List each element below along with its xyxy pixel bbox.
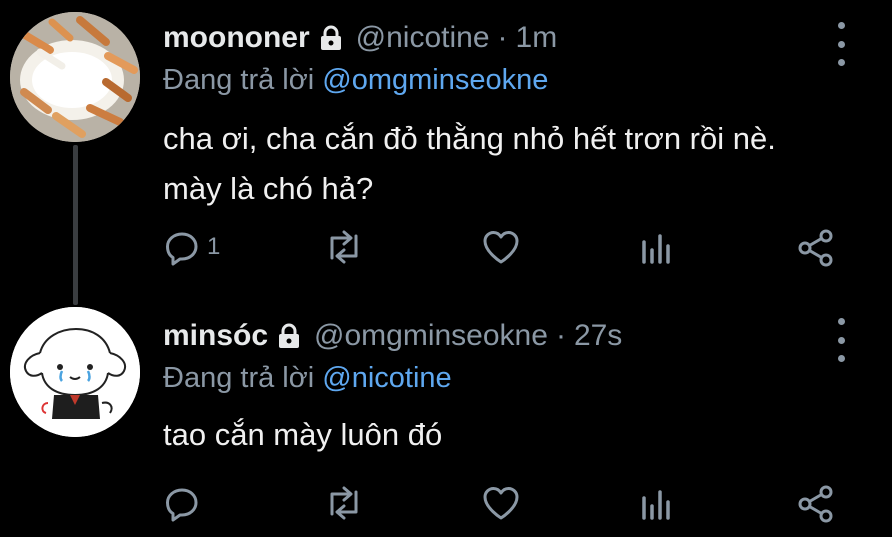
author-handle[interactable]: @nicotine: [356, 21, 490, 55]
tweet-text: cha ơi, cha cắn đỏ thằng nhỏ hết trơn rồ…: [163, 114, 776, 214]
author-name[interactable]: moononer: [163, 21, 310, 55]
timestamp[interactable]: 1m: [516, 21, 558, 55]
replying-to: Đang trả lời @omgminseokne: [163, 64, 548, 97]
analytics-button[interactable]: [640, 228, 676, 266]
replying-to: Đang trả lời @nicotine: [163, 362, 452, 395]
avatar[interactable]: [10, 12, 140, 142]
action-bar: 1: [0, 228, 892, 268]
reply-button[interactable]: [163, 484, 201, 522]
reply-button[interactable]: 1: [163, 228, 220, 266]
analytics-button[interactable]: [640, 484, 676, 522]
tweet-header: minsóc @omgminseokne · 27s: [163, 316, 622, 356]
like-icon: [481, 228, 521, 266]
lock-icon: [276, 323, 302, 349]
tweet-text-line: tao cắn mày luôn đó: [163, 417, 443, 452]
replying-prefix: Đang trả lời: [163, 362, 315, 394]
analytics-icon: [640, 228, 676, 266]
retweet-icon: [324, 228, 364, 266]
like-button[interactable]: [481, 228, 521, 266]
share-button[interactable]: [796, 484, 836, 524]
mention-link[interactable]: @omgminseokne: [322, 64, 548, 96]
separator-dot: ·: [497, 21, 508, 54]
share-button[interactable]: [796, 228, 836, 268]
puppy-drawing-avatar-image: [10, 307, 140, 437]
like-icon: [481, 484, 521, 522]
author-handle[interactable]: @omgminseokne: [314, 319, 548, 353]
reply-icon: [163, 484, 201, 522]
timestamp[interactable]: 27s: [574, 319, 622, 353]
more-icon[interactable]: [834, 318, 848, 362]
action-bar: [0, 484, 892, 524]
analytics-icon: [640, 484, 676, 522]
retweet-button[interactable]: [324, 484, 364, 522]
retweet-icon: [324, 484, 364, 522]
replying-prefix: Đang trả lời: [163, 64, 315, 96]
tweet-header: moononer @nicotine · 1m: [163, 18, 557, 58]
reply-count: 1: [207, 233, 221, 260]
mention-link[interactable]: @nicotine: [322, 362, 451, 394]
ashtray-avatar-image: [10, 12, 140, 142]
like-button[interactable]: [481, 484, 521, 522]
avatar[interactable]: [10, 307, 140, 437]
reply-icon: [163, 228, 201, 266]
more-icon[interactable]: [834, 22, 848, 66]
thread-connector-line: [73, 145, 78, 305]
tweet[interactable]: moononer @nicotine · 1m Đang trả lời @om…: [0, 0, 892, 305]
lock-icon: [318, 25, 344, 51]
separator-dot: ·: [555, 319, 566, 352]
tweet-text-line: mày là chó hả?: [163, 171, 374, 206]
tweet-text: tao cắn mày luôn đó: [163, 410, 442, 460]
author-name[interactable]: minsóc: [163, 319, 268, 353]
share-icon: [796, 484, 836, 524]
tweet-text-line: cha ơi, cha cắn đỏ thằng nhỏ hết trơn rồ…: [163, 121, 776, 156]
share-icon: [796, 228, 836, 268]
retweet-button[interactable]: [324, 228, 364, 266]
